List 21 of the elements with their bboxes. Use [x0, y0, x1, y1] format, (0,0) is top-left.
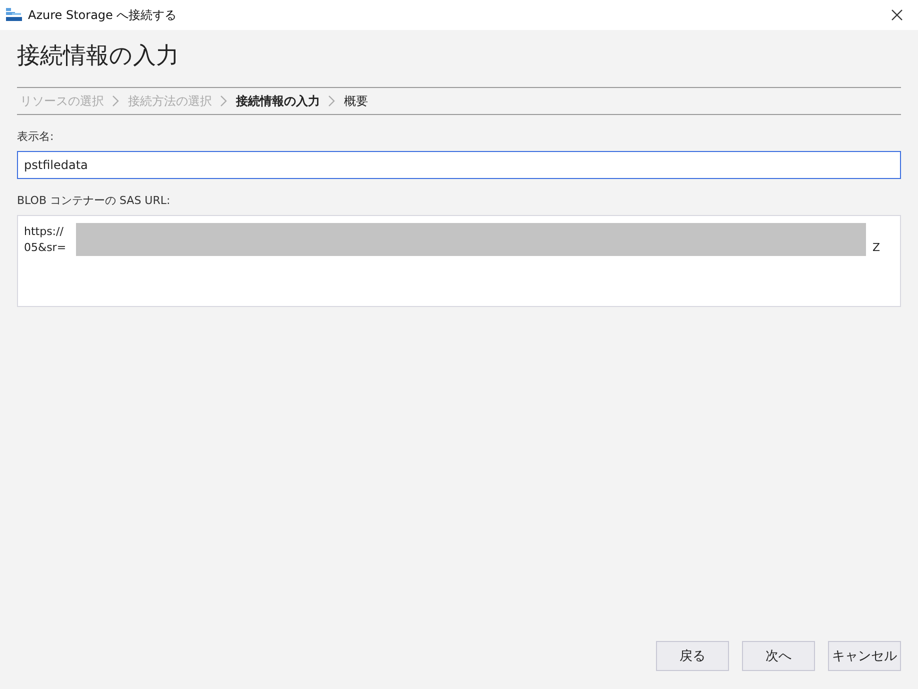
sas-url-field[interactable]: https:// 05&sr= Z: [17, 215, 901, 307]
url-text: Z: [872, 240, 880, 256]
chevron-icon: [220, 95, 228, 107]
dialog-button[interactable]: キャンセル: [828, 641, 901, 671]
wizard-step: 接続情報の入力: [236, 92, 320, 110]
storage-icon: [6, 8, 22, 22]
wizard-step: リソースの選択: [20, 92, 104, 110]
wizard-step: 接続方法の選択: [128, 92, 212, 110]
wizard-step: 概要: [344, 92, 368, 110]
dialog-button[interactable]: 次へ: [742, 641, 815, 671]
chevron-icon: [112, 95, 120, 107]
url-text: 05&sr=: [24, 240, 66, 256]
display-name-field[interactable]: pstfiledata: [17, 151, 901, 179]
url-text: https://: [24, 224, 64, 240]
close-icon[interactable]: [891, 9, 903, 21]
field-label: BLOB コンテナーの SAS URL:: [17, 193, 172, 208]
field-label: 表示名:: [17, 129, 55, 144]
window-title: Azure Storage へ接続する: [28, 6, 178, 24]
dialog-button[interactable]: 戻る: [656, 641, 729, 671]
page-heading: 接続情報の入力: [17, 42, 180, 71]
chevron-icon: [328, 95, 336, 107]
